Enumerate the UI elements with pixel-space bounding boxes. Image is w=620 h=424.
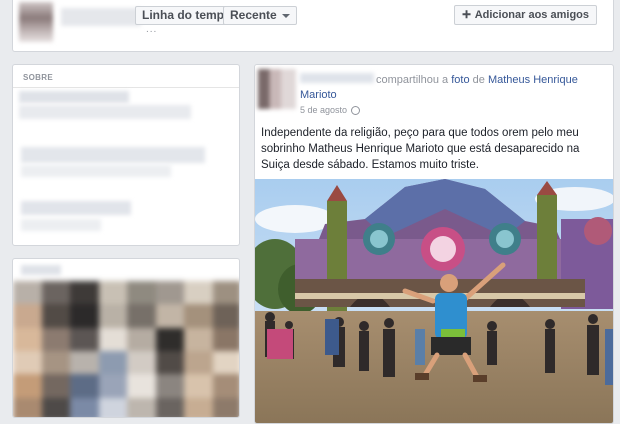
timeline-bar: Linha do tempo Recente ... ➕︎ Adicionar a… <box>12 0 614 52</box>
plus-icon: ➕︎ <box>462 9 471 21</box>
timeline-filter-label: Linha do tempo <box>142 8 232 22</box>
photos-title <box>21 265 61 275</box>
of-word: de <box>472 74 485 86</box>
more-dots: ... <box>146 24 158 35</box>
about-blurred-line <box>19 91 129 103</box>
add-friend-button[interactable]: ➕︎ Adicionar aos amigos <box>454 5 597 25</box>
sort-label: Recente <box>230 8 277 22</box>
about-card: SOBRE <box>12 64 240 246</box>
photos-card <box>12 258 240 418</box>
chevron-down-icon <box>281 13 290 18</box>
post-photo[interactable] <box>255 179 613 423</box>
photo-link[interactable]: foto <box>451 74 469 86</box>
post-header: compartilhou a foto de Matheus Henrique … <box>300 73 600 118</box>
profile-name[interactable] <box>61 8 141 26</box>
profile-thumbnail[interactable] <box>19 2 53 42</box>
sort-dropdown[interactable]: Recente <box>223 6 297 25</box>
shared-action-text: compartilhou a <box>376 74 449 86</box>
globe-icon[interactable] <box>351 105 361 115</box>
about-blurred-line <box>21 147 205 163</box>
photos-grid[interactable] <box>13 281 239 417</box>
add-friend-label: Adicionar aos amigos <box>474 9 589 21</box>
post-card: compartilhou a foto de Matheus Henrique … <box>254 64 614 424</box>
about-blurred-line <box>21 219 101 231</box>
festival-photo <box>255 179 613 423</box>
post-body: Independente da religião, peço para que … <box>261 127 580 171</box>
avatar[interactable] <box>258 69 296 109</box>
about-title: SOBRE <box>23 73 53 82</box>
divider <box>13 87 239 88</box>
post-meta: 5 de agosto <box>300 103 600 118</box>
about-blurred-line <box>21 165 171 177</box>
about-blurred-line <box>21 201 131 215</box>
post-date[interactable]: 5 de agosto <box>300 105 347 115</box>
about-blurred-line <box>19 105 191 119</box>
